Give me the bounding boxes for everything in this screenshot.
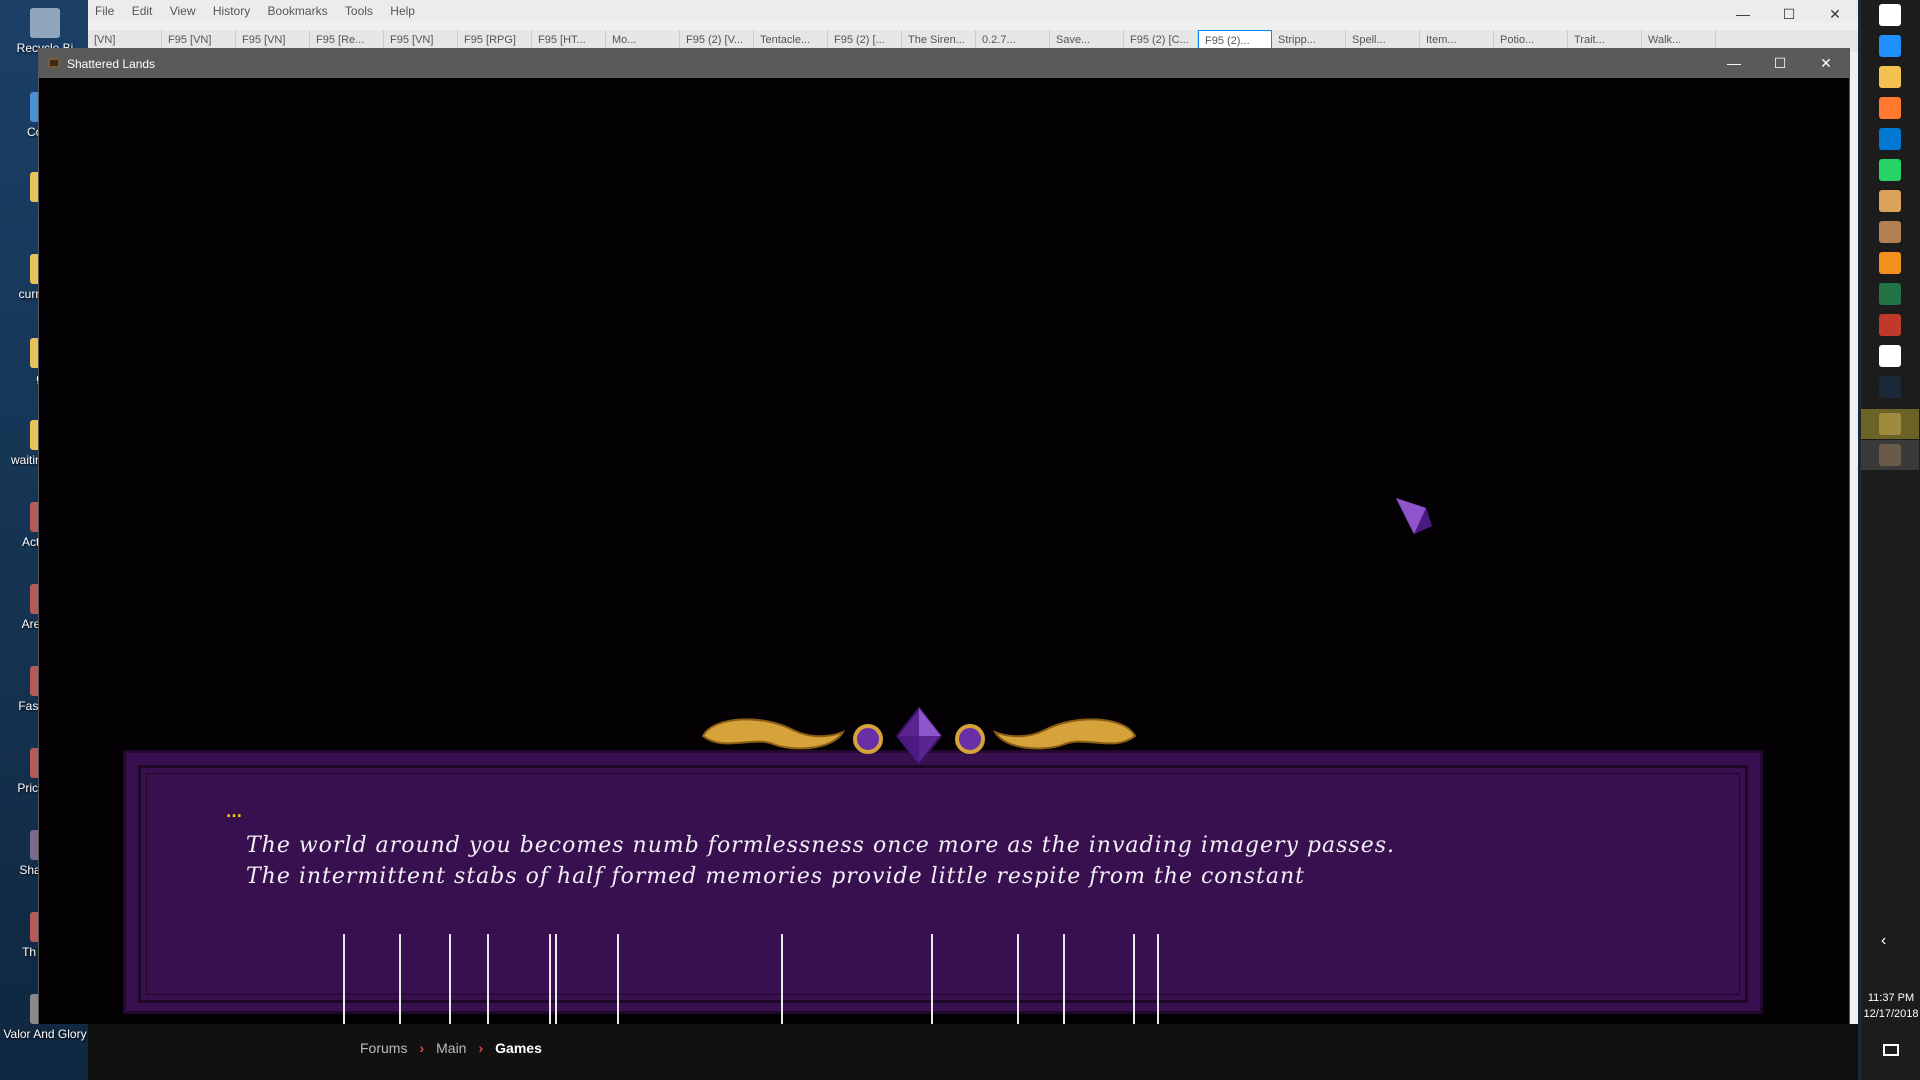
menu-help[interactable]: Help [383,0,422,22]
glitch-line [1157,934,1159,1024]
file-explorer-icon[interactable] [1879,66,1901,88]
glitch-line [931,934,933,1024]
speaker-name: ... [226,805,242,821]
gift-icon[interactable] [1879,314,1901,336]
breadcrumb-games[interactable]: Games [495,1040,542,1056]
glitch-line [1017,934,1019,1024]
whatsapp-icon[interactable] [1879,159,1901,181]
menu-history[interactable]: History [206,0,257,22]
menu-bookmarks[interactable]: Bookmarks [261,0,335,22]
breadcrumb-main[interactable]: Main [436,1040,466,1056]
purple-crystal-cursor-icon [1396,498,1432,534]
firefox-icon[interactable] [1879,97,1901,119]
game-window: Shattered Lands — ☐ ✕ ... The world arou… [38,48,1850,1024]
glitch-line [487,934,489,1024]
game-window-title: Shattered Lands [67,57,156,71]
glitch-line [343,934,345,1024]
windows-start-icon[interactable] [1879,4,1901,26]
breadcrumb-forums[interactable]: Forums [360,1040,407,1056]
scroll-icon[interactable] [1879,221,1901,243]
taskbar: ‹ 11:37 PM 12/17/2018 [1860,0,1920,1080]
shattered-lands-app-icon [48,58,60,68]
game-close-button[interactable]: ✕ [1803,49,1849,78]
browser-maximize-button[interactable]: ☐ [1766,2,1812,27]
game-viewport[interactable]: ... The world around you becomes numb fo… [39,78,1849,1024]
browser-close-button[interactable]: ✕ [1812,2,1858,27]
action-center-icon[interactable] [1883,1044,1899,1056]
glitch-line [399,934,401,1024]
browser-minimize-button[interactable]: — [1720,2,1766,27]
recycle-bin-icon [30,8,60,38]
breadcrumb: Forums › Main › Games [360,1040,542,1056]
forum-page-footer: Forums › Main › Games [88,1024,1858,1080]
game-window-controls: — ☐ ✕ [1711,49,1849,78]
dialog-line-1: The world around you becomes numb formle… [246,833,1396,858]
clock-date: 12/17/2018 [1863,1008,1919,1020]
outlook-icon[interactable] [1879,128,1901,150]
edge-icon[interactable] [1879,35,1901,57]
steam-icon[interactable] [1879,376,1901,398]
desktop-screen: Recycle Bi Contro ap curre play gar wait… [0,0,1920,1080]
glitch-line [1133,934,1135,1024]
taskbar-clock[interactable]: 11:37 PM 12/17/2018 [1861,990,1920,1022]
glitch-line [549,934,551,1024]
shattered-lands-icon[interactable] [1879,444,1901,466]
menu-view[interactable]: View [163,0,203,22]
game-active-icon[interactable] [1879,413,1901,435]
menu-tools[interactable]: Tools [338,0,380,22]
browser-menubar: File Edit View History Bookmarks Tools H… [88,0,1858,22]
dialog-gold-ornament-icon [701,706,1137,766]
browser-window-controls: — ☐ ✕ [1720,2,1858,27]
game-minimize-button[interactable]: — [1711,49,1757,78]
glitch-line [617,934,619,1024]
photos-icon[interactable] [1879,190,1901,212]
excel-icon[interactable] [1879,283,1901,305]
menu-edit[interactable]: Edit [125,0,160,22]
breadcrumb-separator: › [419,1040,425,1056]
game-maximize-button[interactable]: ☐ [1757,49,1803,78]
glitch-line [1063,934,1065,1024]
dialog-line-2: The intermittent stabs of half formed me… [246,864,1305,889]
show-hidden-icons-chevron-icon[interactable]: ‹ [1881,932,1886,950]
app-orange-icon[interactable] [1879,252,1901,274]
glitch-line [449,934,451,1024]
autodesk-icon[interactable] [1879,345,1901,367]
game-titlebar[interactable]: Shattered Lands — ☐ ✕ [39,49,1849,78]
glitch-line [781,934,783,1024]
menu-file[interactable]: File [88,0,121,22]
clock-time: 11:37 PM [1867,992,1915,1004]
glitch-line [555,934,557,1024]
dialog-box[interactable]: ... The world around you becomes numb fo… [123,750,1763,1014]
breadcrumb-separator: › [478,1040,484,1056]
